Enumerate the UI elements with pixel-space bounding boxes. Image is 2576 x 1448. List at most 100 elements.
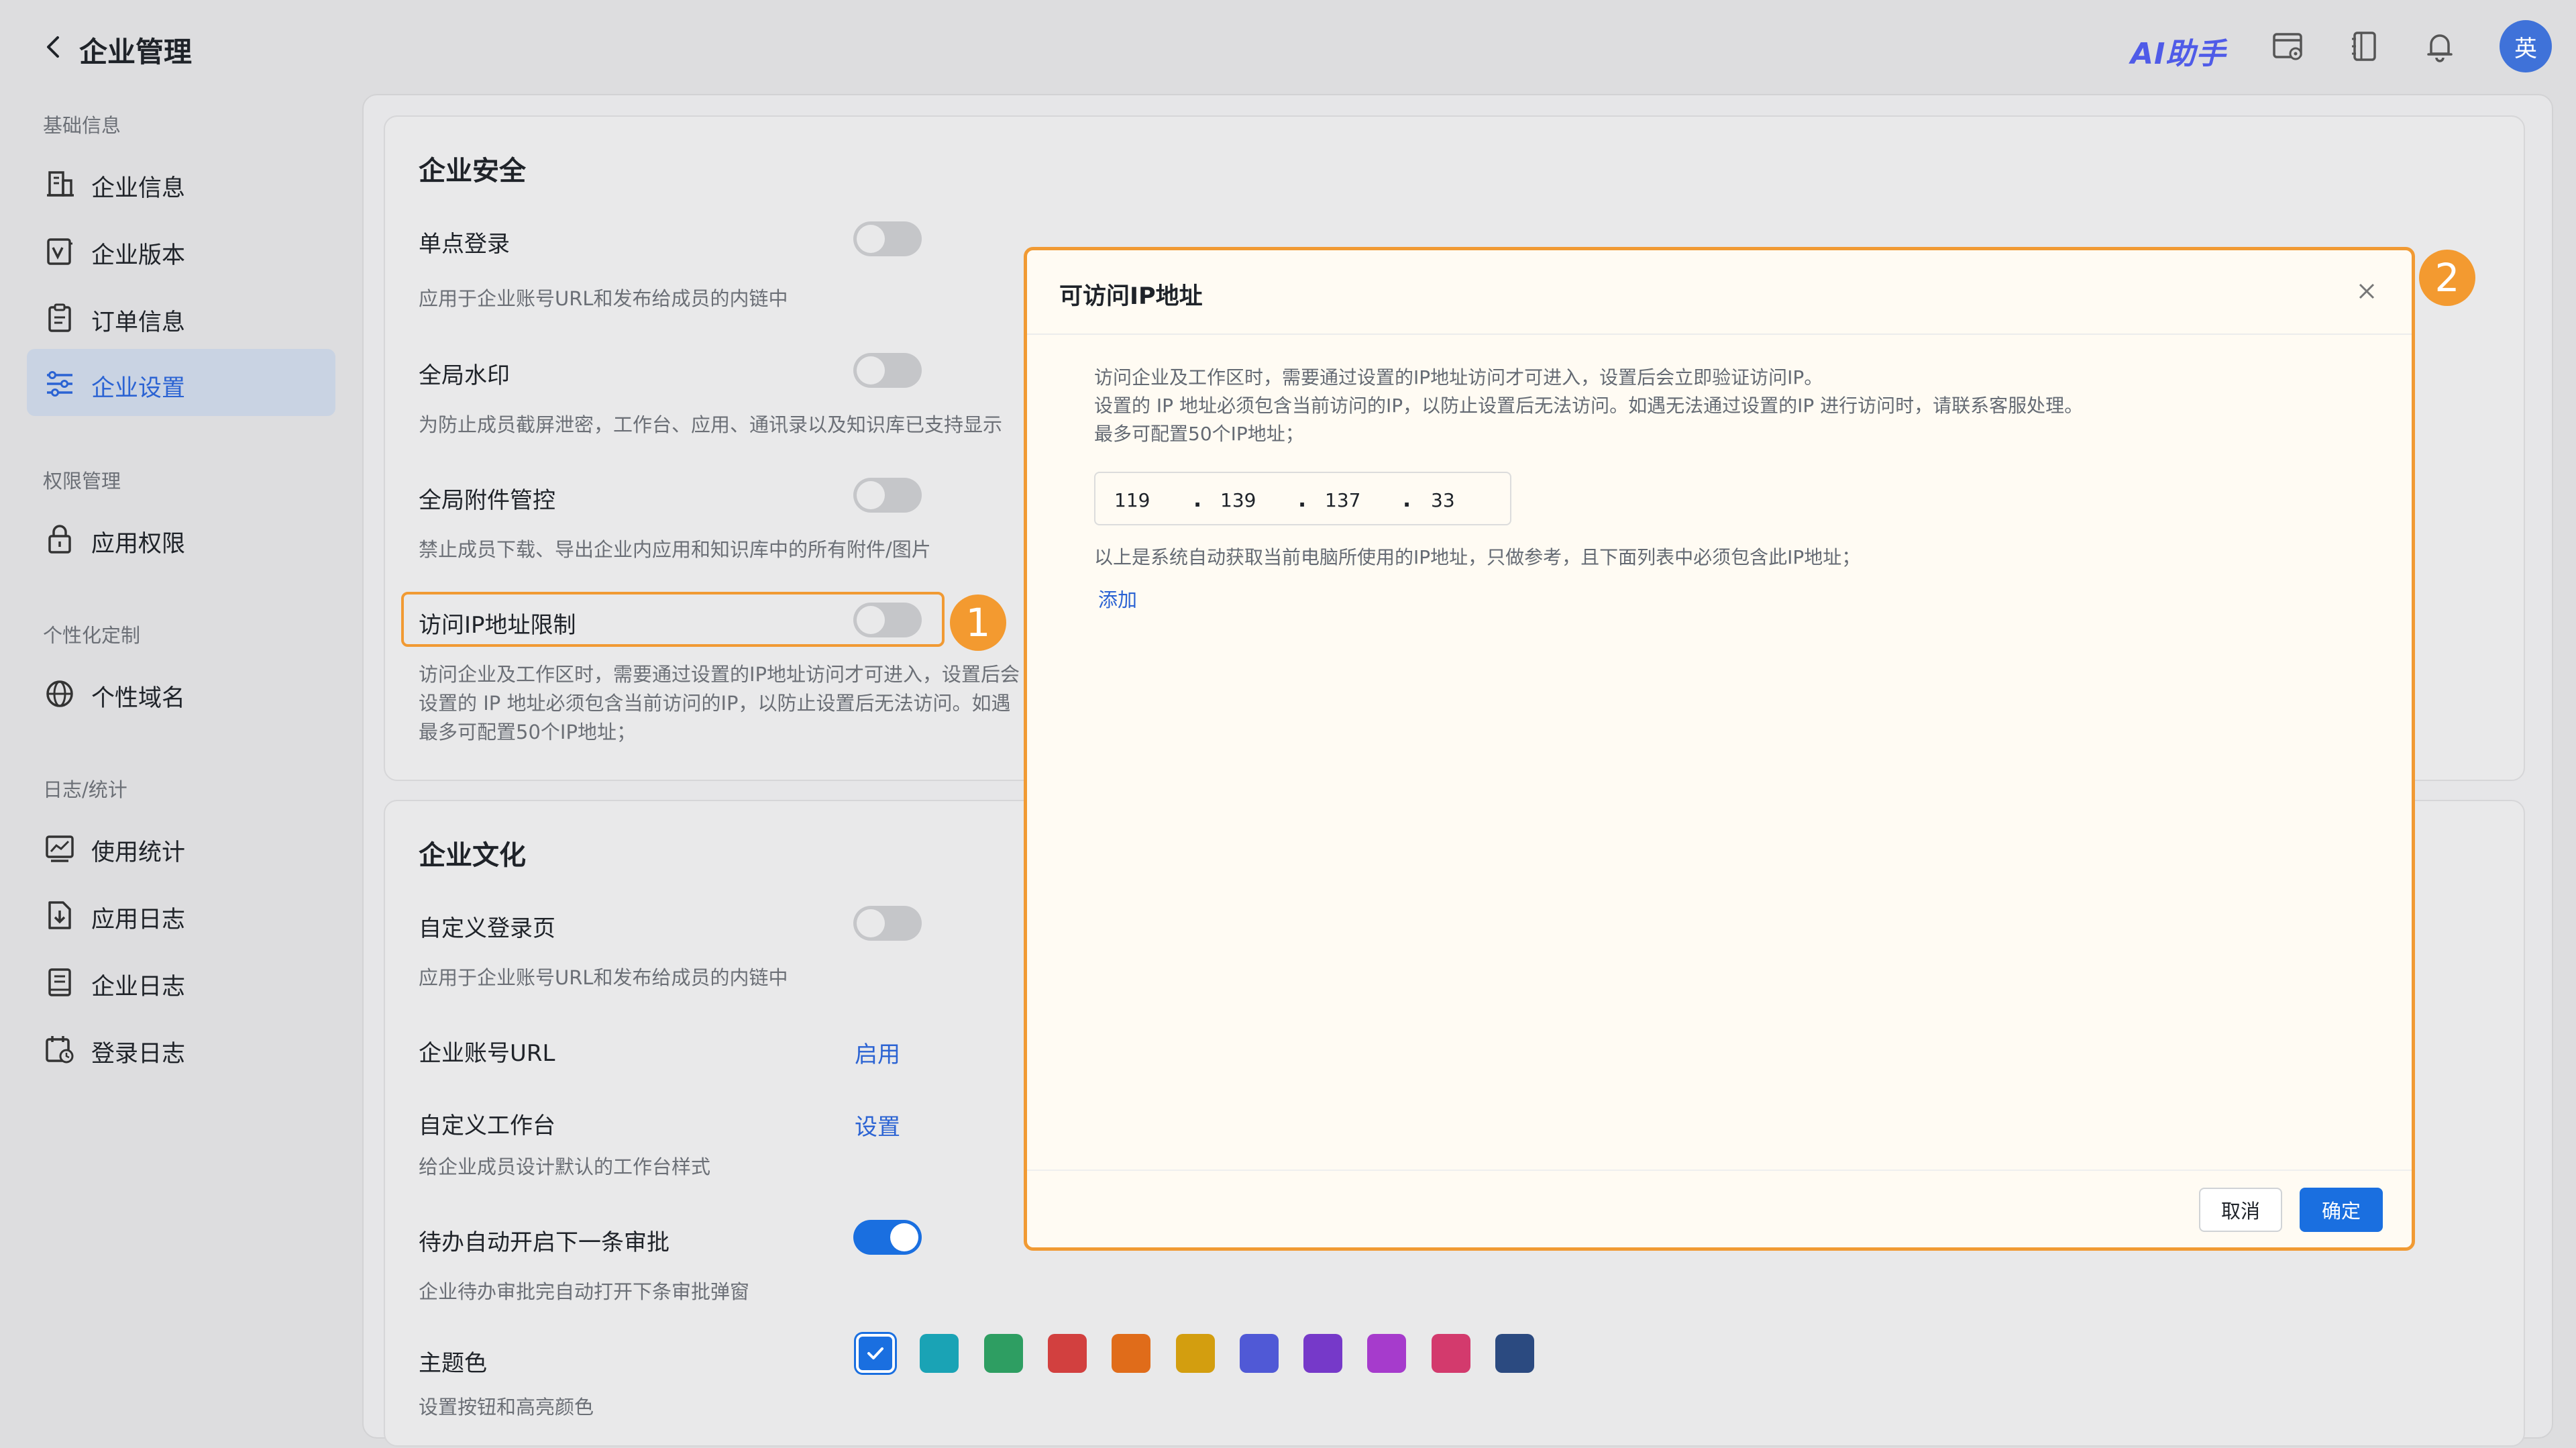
theme-color-swatch[interactable]: [1495, 1334, 1534, 1373]
theme-color-swatch[interactable]: [920, 1334, 959, 1373]
ip-restriction-desc: 访问企业及工作区时，需要通过设置的IP地址访问才可进入，设置后会 设置的 IP …: [419, 660, 1022, 747]
sidebar-item-label: 企业版本: [91, 242, 186, 269]
enable-account-url-link[interactable]: 启用: [855, 1036, 900, 1069]
settings-sliders-icon: [47, 371, 72, 397]
dialog-desc-line: 最多可配置50个IP地址；: [1094, 423, 1304, 445]
ip-hint: 以上是系统自动获取当前电脑所使用的IP地址，只做参考，且下面列表中必须包含此IP…: [1094, 546, 1861, 568]
desc-line: 访问企业及工作区时，需要通过设置的IP地址访问才可进入，设置后会: [419, 663, 1020, 686]
sidebar-section-title: 基础信息: [43, 114, 121, 137]
theme-color-swatch[interactable]: [1047, 1334, 1087, 1373]
dialog-footer-divider: [1027, 1170, 2412, 1171]
account-url-label: 企业账号URL: [419, 1040, 555, 1067]
desc-line: 最多可配置50个IP地址；: [419, 721, 636, 743]
dialog-desc-line: 设置的 IP 地址必须包含当前访问的IP，以防止设置后无法访问。如遇无法通过设置…: [1094, 395, 2084, 417]
ip-restriction-toggle[interactable]: [853, 603, 922, 637]
lock-icon: [48, 525, 71, 554]
ip-dot: .: [1298, 486, 1307, 512]
sso-label: 单点登录: [419, 231, 510, 258]
workbench-settings-link[interactable]: 设置: [855, 1108, 900, 1141]
ip-whitelist-dialog: 可访问IP地址 访问企业及工作区时，需要通过设置的IP地址访问才可进入，设置后会…: [1024, 247, 2415, 1251]
toggle-knob: [857, 225, 885, 253]
ip-address-input[interactable]: 119 . 139 . 137 . 33: [1094, 472, 1511, 525]
watermark-desc: 为防止成员截屏泄密，工作台、应用、通讯录以及知识库已支持显示: [419, 413, 1003, 436]
avatar[interactable]: 英: [2500, 20, 2552, 72]
back-button[interactable]: [40, 31, 67, 63]
sidebar-item-label: 应用日志: [91, 907, 186, 933]
notebook-icon[interactable]: [2347, 28, 2383, 64]
theme-color-swatch[interactable]: [1367, 1334, 1407, 1373]
sidebar-item-label: 企业信息: [91, 175, 186, 202]
sidebar-section-title: 个性化定制: [43, 624, 141, 647]
sso-desc: 应用于企业账号URL和发布给成员的内链中: [419, 287, 788, 310]
auto-next-approval-desc: 企业待办审批完自动打开下条审批弹窗: [419, 1280, 750, 1303]
sidebar-section-title: 日志/统计: [43, 778, 127, 801]
culture-title: 企业文化: [419, 840, 526, 871]
sidebar-item-order-info[interactable]: 订单信息: [27, 283, 335, 350]
custom-login-label: 自定义登录页: [419, 915, 555, 942]
toggle-knob: [857, 606, 885, 634]
confirm-button[interactable]: 确定: [2300, 1188, 2383, 1232]
close-icon[interactable]: [2357, 281, 2377, 301]
theme-color-swatch[interactable]: [1431, 1334, 1470, 1373]
bell-icon[interactable]: [2422, 28, 2458, 64]
sidebar-item-app-logs[interactable]: 应用日志: [27, 880, 335, 947]
sidebar-item-label: 使用统计: [91, 839, 186, 866]
ip-restriction-label: 访问IP地址限制: [419, 612, 576, 639]
chevron-left-icon: [47, 36, 59, 58]
toggle-knob: [857, 356, 885, 384]
dialog-desc-line: 访问企业及工作区时，需要通过设置的IP地址访问才可进入，设置后会立即验证访问IP…: [1094, 366, 1823, 389]
sidebar-item-app-permissions[interactable]: 应用权限: [27, 505, 335, 572]
page-title: 企业管理: [79, 36, 193, 68]
chart-icon: [46, 835, 74, 862]
sidebar-item-enterprise-settings[interactable]: 企业设置: [27, 349, 335, 416]
ip-segment-2[interactable]: 139: [1220, 489, 1256, 511]
sidebar-item-enterprise-version[interactable]: 企业版本: [27, 216, 335, 283]
ip-dot: .: [1193, 486, 1202, 512]
theme-color-swatch[interactable]: [1303, 1334, 1343, 1373]
auto-next-approval-toggle[interactable]: [853, 1220, 922, 1255]
auto-next-approval-label: 待办自动开启下一条审批: [419, 1229, 669, 1256]
ip-segment-3[interactable]: 137: [1325, 489, 1360, 511]
browser-settings-icon[interactable]: [2270, 28, 2306, 64]
theme-color-label: 主题色: [419, 1350, 487, 1377]
theme-color-swatch[interactable]: [856, 1334, 895, 1373]
custom-workbench-label: 自定义工作台: [419, 1113, 555, 1139]
add-ip-link[interactable]: 添加: [1098, 584, 1137, 613]
ip-dot: .: [1403, 486, 1411, 512]
toggle-knob: [857, 481, 885, 509]
step-badge-1: 1: [950, 594, 1006, 651]
toggle-knob: [890, 1223, 918, 1251]
version-icon: [47, 238, 72, 265]
download-doc-icon: [48, 901, 71, 929]
theme-color-swatch[interactable]: [983, 1334, 1023, 1373]
sidebar-item-usage-stats[interactable]: 使用统计: [27, 813, 335, 880]
sidebar-item-label: 企业日志: [91, 974, 186, 1000]
sidebar-section-title: 权限管理: [43, 470, 121, 493]
desc-line: 设置的 IP 地址必须包含当前访问的IP，以防止设置后无法访问。如遇: [419, 692, 1011, 715]
sidebar-item-enterprise-info[interactable]: 企业信息: [27, 149, 335, 216]
cancel-button[interactable]: 取消: [2199, 1188, 2282, 1232]
book-icon: [48, 968, 71, 996]
building-icon: [47, 171, 74, 197]
sidebar-item-enterprise-logs[interactable]: 企业日志: [27, 947, 335, 1015]
watermark-toggle[interactable]: [853, 353, 922, 388]
dialog-title: 可访问IP地址: [1059, 283, 1203, 310]
ip-segment-1[interactable]: 119: [1114, 489, 1150, 511]
check-icon: [867, 1347, 883, 1359]
theme-color-swatch[interactable]: [1112, 1334, 1151, 1373]
attachment-control-desc: 禁止成员下载、导出企业内应用和知识库中的所有附件/图片: [419, 538, 931, 561]
sidebar-item-label: 订单信息: [91, 309, 186, 336]
theme-color-swatch[interactable]: [1175, 1334, 1215, 1373]
attachment-control-toggle[interactable]: [853, 478, 922, 513]
custom-login-toggle[interactable]: [853, 906, 922, 941]
sso-toggle[interactable]: [853, 221, 922, 256]
attachment-control-label: 全局附件管控: [419, 487, 555, 514]
calendar-clock-icon: [46, 1036, 74, 1064]
sidebar-item-custom-domain[interactable]: 个性域名: [27, 659, 335, 726]
sidebar-item-login-logs[interactable]: 登录日志: [27, 1015, 335, 1082]
sidebar-item-label: 个性域名: [91, 685, 186, 712]
theme-color-swatch[interactable]: [1239, 1334, 1279, 1373]
ip-segment-4[interactable]: 33: [1431, 489, 1455, 511]
custom-workbench-desc: 给企业成员设计默认的工作台样式: [419, 1155, 711, 1178]
ai-assistant-button[interactable]: AI助手: [2131, 30, 2226, 72]
